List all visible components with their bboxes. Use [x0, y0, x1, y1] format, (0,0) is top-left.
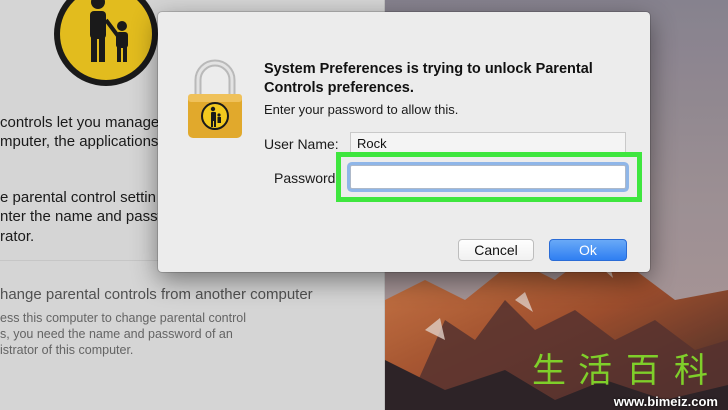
watermark-char: 百	[626, 351, 660, 391]
password-label: Password:	[274, 170, 340, 186]
unlock-dialog: System Preferences is trying to unlock P…	[158, 12, 650, 272]
watermark-char: 活	[578, 351, 612, 391]
watermark: 生 活 百 科 www.bimeiz.com	[528, 352, 726, 410]
dialog-message: Enter your password to allow this.	[264, 102, 459, 117]
dialog-title: System Preferences is trying to unlock P…	[264, 61, 593, 96]
watermark-url: www.bimeiz.com	[613, 394, 718, 409]
ok-button[interactable]: Ok	[549, 239, 627, 261]
lock-icon	[188, 59, 242, 138]
cancel-button[interactable]: Cancel	[458, 239, 534, 261]
watermark-char: 科	[674, 351, 708, 391]
username-field[interactable]: Rock	[350, 132, 626, 154]
username-label: User Name:	[264, 136, 339, 152]
password-highlight-box	[336, 152, 642, 202]
watermark-char: 生	[532, 351, 566, 391]
